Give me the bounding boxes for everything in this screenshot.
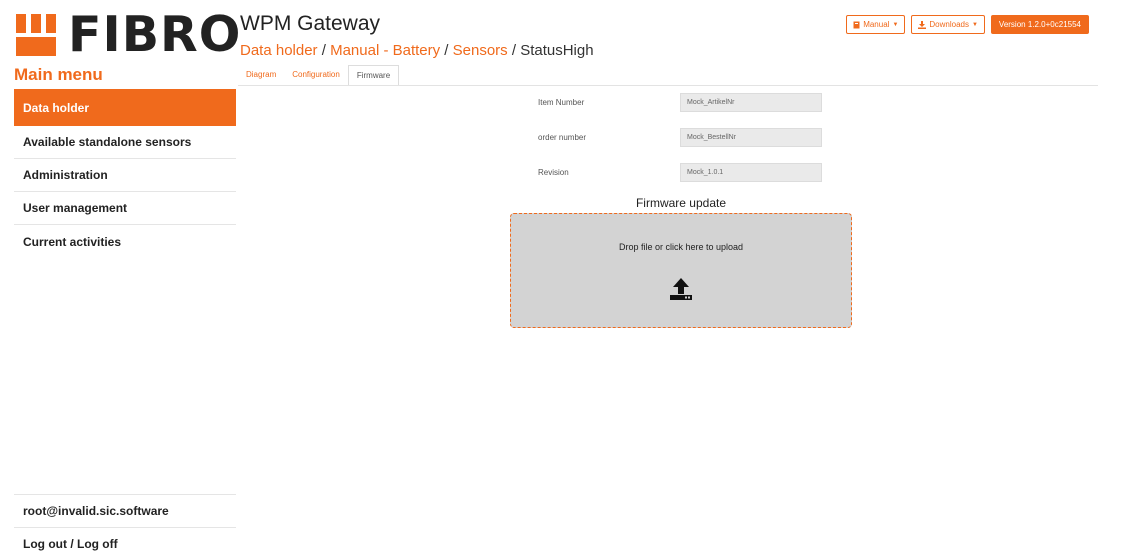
breadcrumb: Data holder / Manual - Battery / Sensors…: [240, 42, 594, 59]
breadcrumb-data-holder[interactable]: Data holder: [240, 42, 318, 59]
tab-diagram[interactable]: Diagram: [238, 65, 284, 85]
logo-mark-icon: [14, 14, 62, 56]
field-label: Revision: [538, 168, 569, 177]
app-title: WPM Gateway: [240, 12, 381, 35]
sidebar-item-current-activities[interactable]: Current activities: [14, 225, 236, 258]
dropzone-text: Drop file or click here to upload: [618, 242, 744, 252]
firmware-dropzone[interactable]: Drop file or click here to upload: [510, 213, 852, 328]
breadcrumb-manual-battery[interactable]: Manual - Battery: [330, 42, 440, 59]
sidebar-item-data-holder[interactable]: Data holder: [14, 89, 236, 126]
breadcrumb-separator: /: [321, 42, 326, 59]
downloads-button[interactable]: Downloads ▼: [911, 15, 985, 34]
sidebar-item-administration[interactable]: Administration: [14, 159, 236, 192]
item-number-field: Mock_ArtikelNr: [680, 93, 822, 112]
tab-bar: Diagram Configuration Firmware: [238, 65, 400, 85]
breadcrumb-current: StatusHigh: [520, 42, 594, 59]
breadcrumb-separator: /: [511, 42, 517, 59]
version-button[interactable]: Version 1.2.0+0c21554: [990, 15, 1089, 34]
download-icon: [918, 20, 927, 29]
tab-divider: [238, 85, 1098, 86]
downloads-button-label: Downloads: [929, 20, 969, 29]
main-menu-title: Main menu: [14, 65, 103, 84]
sidebar: Data holder Available standalone sensors…: [14, 89, 236, 258]
chevron-down-icon: ▼: [971, 21, 978, 28]
breadcrumb-separator: /: [444, 42, 449, 59]
manual-button-label: Manual: [863, 20, 890, 29]
fibro-logo: FIBRO: [14, 6, 242, 63]
field-revision: Revision Mock_1.0.1: [538, 163, 822, 182]
field-item-number: Item Number Mock_ArtikelNr: [538, 93, 822, 112]
sidebar-footer: root@invalid.sic.software Log out / Log …: [14, 494, 236, 560]
top-button-group: Manual ▼ Downloads ▼ Version 1.2.0+0c215…: [846, 15, 1089, 34]
field-order-number: order number Mock_BestellNr: [538, 128, 822, 147]
manual-button[interactable]: Manual ▼: [846, 15, 906, 34]
order-number-field: Mock_BestellNr: [680, 128, 822, 147]
sidebar-item-user-management[interactable]: User management: [14, 192, 236, 225]
sidebar-logout[interactable]: Log out / Log off: [14, 527, 236, 560]
logo-text: FIBRO: [68, 6, 242, 63]
breadcrumb-sensors[interactable]: Sensors: [453, 42, 508, 59]
tab-firmware[interactable]: Firmware: [347, 65, 400, 85]
sidebar-item-available-standalone-sensors[interactable]: Available standalone sensors: [14, 126, 236, 159]
revision-field: Mock_1.0.1: [680, 163, 822, 182]
book-icon: [853, 21, 860, 28]
tab-configuration[interactable]: Configuration: [284, 65, 348, 85]
field-label: order number: [538, 133, 587, 142]
sidebar-user[interactable]: root@invalid.sic.software: [14, 494, 236, 527]
chevron-down-icon: ▼: [892, 21, 899, 28]
firmware-update-title: Firmware update: [635, 196, 727, 210]
field-label: Item Number: [538, 98, 585, 107]
upload-icon: [670, 278, 692, 300]
